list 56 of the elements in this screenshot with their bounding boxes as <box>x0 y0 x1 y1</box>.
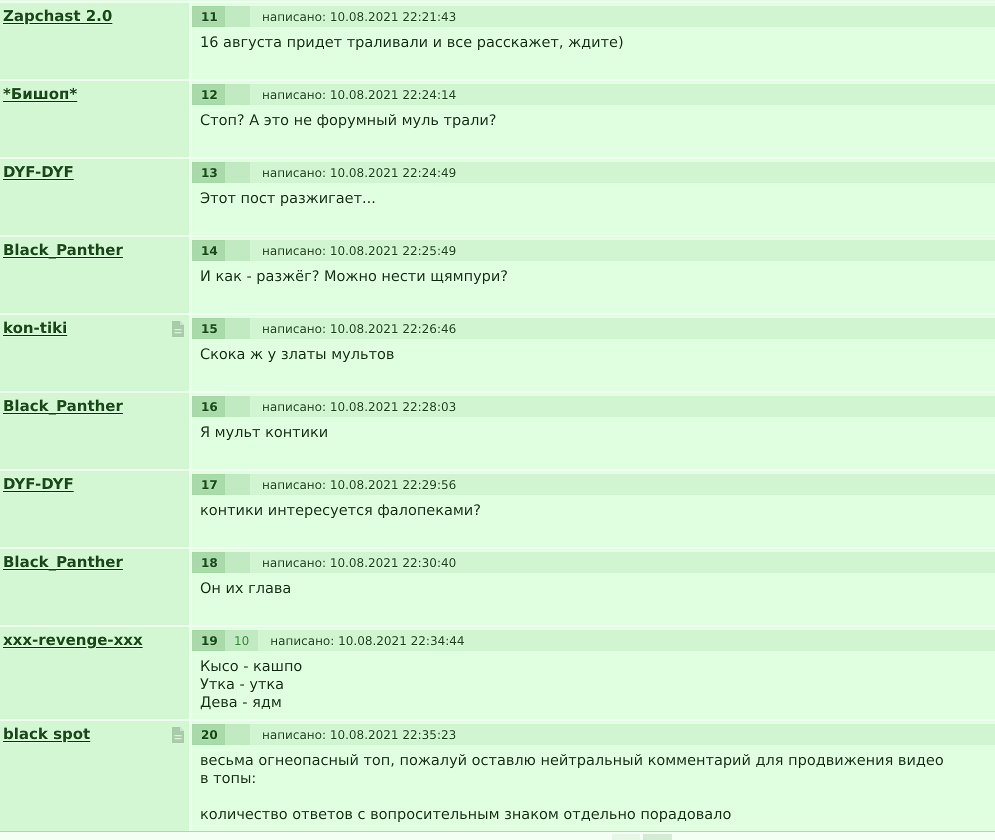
author-link[interactable]: black spot <box>3 724 90 744</box>
post-text: Я мульт контики <box>200 424 330 442</box>
post-timestamp: написано: 10.08.2021 22:28:03 <box>262 398 456 416</box>
post-text: Стоп? А это не форумный муль трали? <box>200 112 498 130</box>
post-text: Дева - ядм <box>200 694 283 712</box>
score-cell <box>225 162 250 183</box>
post-text: И как - разжёг? Можно нести щямпури? <box>200 268 509 286</box>
score-cell <box>225 240 250 261</box>
document-icon[interactable] <box>172 321 184 337</box>
post-text: количество ответов с вопросительным знаком отдельно порадовало <box>200 806 732 824</box>
post-text: весьма огнеопасный топ, пожалуй оставлю нейтральный комментарий для продвижения видео <box>200 752 945 770</box>
author-link[interactable]: DYF-DYF <box>3 162 74 182</box>
post-number: 17 <box>192 474 225 495</box>
post-timestamp: написано: 10.08.2021 22:34:44 <box>270 632 465 650</box>
post-timestamp: написано: 10.08.2021 22:24:14 <box>262 86 456 104</box>
post-timestamp: написано: 10.08.2021 22:35:23 <box>262 726 456 744</box>
author-link[interactable]: Black_Panther <box>3 240 123 260</box>
post-timestamp: написано: 10.08.2021 22:25:49 <box>262 242 456 260</box>
score-cell <box>225 396 250 417</box>
post-number: 11 <box>192 6 225 27</box>
post-timestamp: написано: 10.08.2021 22:26:46 <box>262 320 456 338</box>
post-number: 13 <box>192 162 225 183</box>
post-number: 18 <box>192 552 225 573</box>
score-cell <box>225 6 250 27</box>
score-cell: 10 <box>225 630 258 651</box>
author-link[interactable]: Black_Panther <box>3 552 123 572</box>
author-link[interactable]: kon-tiki <box>3 318 68 338</box>
score-cell <box>225 474 250 495</box>
author-link[interactable]: Black_Panther <box>3 396 123 416</box>
post-text: 16 августа придет траливали и все расскажет, ждите) <box>200 34 625 52</box>
author-link[interactable]: xxx-revenge-xxx <box>3 630 143 650</box>
author-link[interactable]: DYF-DYF <box>3 474 74 494</box>
post-number: 16 <box>192 396 225 417</box>
post-text: контики интересуется фалопеками? <box>200 502 482 520</box>
post-number: 12 <box>192 84 225 105</box>
post-number: 19 <box>192 630 225 651</box>
author-link[interactable]: *Бишоп* <box>3 84 78 104</box>
post-number: 14 <box>192 240 225 261</box>
post-timestamp: написано: 10.08.2021 22:29:56 <box>262 476 456 494</box>
post-number: 15 <box>192 318 225 339</box>
document-icon[interactable] <box>172 727 184 743</box>
post-text: Кысо - кашпо <box>200 658 304 676</box>
post-text: в топы: <box>200 770 258 788</box>
post-text: Скока ж у златы мультов <box>200 346 396 364</box>
score-cell <box>225 84 250 105</box>
score-cell <box>225 318 250 339</box>
post-text: Утка - утка <box>200 676 286 694</box>
post-text: Этот пост разжигает... <box>200 190 377 208</box>
author-link[interactable]: Zapchast 2.0 <box>3 6 112 26</box>
post-timestamp: написано: 10.08.2021 22:24:49 <box>262 164 456 182</box>
post-text: Он их глава <box>200 580 292 598</box>
score-cell <box>225 724 250 745</box>
post-timestamp: написано: 10.08.2021 22:21:43 <box>262 8 456 26</box>
score-cell <box>225 552 250 573</box>
post-number: 20 <box>192 724 225 745</box>
post-timestamp: написано: 10.08.2021 22:30:40 <box>262 554 456 572</box>
